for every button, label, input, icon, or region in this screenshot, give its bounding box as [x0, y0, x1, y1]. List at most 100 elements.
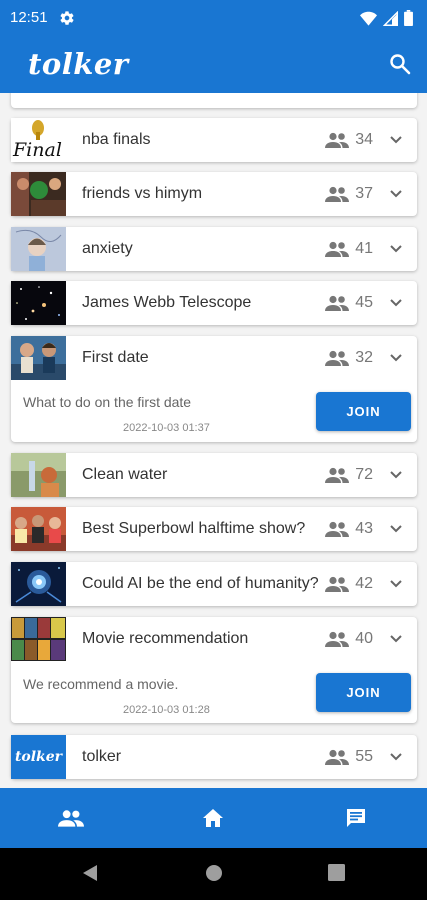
- member-count-value: 45: [355, 294, 373, 311]
- search-icon: [390, 54, 411, 75]
- search-button[interactable]: [385, 49, 415, 79]
- room-title: tolker: [82, 748, 122, 765]
- member-count: 41: [325, 227, 373, 271]
- chat-icon: [347, 809, 365, 827]
- room-card[interactable]: anxiety 41: [11, 227, 417, 271]
- people-icon: [325, 576, 350, 592]
- room-title: Could AI be the end of humanity?: [82, 575, 319, 592]
- room-description: We recommend a movie.: [23, 676, 179, 692]
- room-card[interactable]: Final nba finals 34: [11, 118, 417, 162]
- room-card[interactable]: tolker tolker 55: [11, 735, 417, 779]
- member-count: 45: [325, 281, 373, 325]
- room-title: friends vs himym: [82, 185, 203, 202]
- room-card[interactable]: Could AI be the end of humanity? 42: [11, 562, 417, 606]
- final-text-image: Final: [11, 118, 66, 162]
- room-card-expanded[interactable]: First date 32 What to do on the first da…: [11, 336, 417, 442]
- status-bar: 12:51: [0, 0, 427, 36]
- room-card-expanded[interactable]: Movie recommendation 40 We recommend a m…: [11, 617, 417, 723]
- member-count-value: 41: [355, 240, 373, 257]
- room-title: Clean water: [82, 466, 168, 483]
- water-image: [11, 453, 66, 497]
- app-title: tolker: [28, 47, 129, 81]
- member-count: 55: [325, 735, 373, 779]
- stage-image: [11, 507, 66, 551]
- room-title: Movie recommendation: [82, 630, 249, 647]
- chevron-down-icon[interactable]: [389, 351, 403, 365]
- people-icon: [325, 241, 350, 257]
- room-card[interactable]: James Webb Telescope 45: [11, 281, 417, 325]
- member-count-value: 34: [355, 131, 373, 148]
- chevron-down-icon[interactable]: [389, 242, 403, 256]
- member-count: 43: [325, 507, 373, 551]
- chevron-down-icon[interactable]: [389, 522, 403, 536]
- chevron-down-icon[interactable]: [389, 750, 403, 764]
- chevron-down-icon[interactable]: [389, 296, 403, 310]
- room-title: First date: [82, 349, 149, 366]
- tolker-logo-text: tolker: [14, 749, 63, 765]
- member-count-value: 43: [355, 520, 373, 537]
- system-navigation: [0, 848, 427, 900]
- member-count-value: 72: [355, 466, 373, 483]
- room-date: 2022-10-03 01:28: [123, 704, 210, 716]
- people-icon: [325, 467, 350, 483]
- chevron-down-icon[interactable]: [389, 632, 403, 646]
- home-icon: [203, 809, 223, 827]
- member-count: 34: [325, 118, 373, 162]
- battery-icon: [404, 10, 413, 26]
- status-icons: [360, 10, 413, 26]
- room-date: 2022-10-03 01:37: [123, 422, 210, 434]
- movie-posters-image: [11, 617, 66, 661]
- room-card[interactable]: [11, 93, 417, 108]
- chevron-down-icon[interactable]: [389, 187, 403, 201]
- people-icon: [325, 521, 350, 537]
- couple-image: [11, 336, 66, 380]
- join-button[interactable]: JOIN: [316, 673, 411, 712]
- wifi-icon: [360, 11, 377, 26]
- people-icon: [58, 810, 84, 827]
- member-count: 42: [325, 562, 373, 606]
- nav-home[interactable]: [142, 788, 284, 848]
- people-icon: [325, 631, 350, 647]
- chevron-down-icon[interactable]: [389, 577, 403, 591]
- bottom-navigation: [0, 788, 427, 848]
- chevron-down-icon[interactable]: [389, 133, 403, 147]
- room-title: anxiety: [82, 240, 133, 257]
- signal-icon: [383, 10, 398, 26]
- status-time: 12:51: [10, 9, 48, 26]
- app-bar: tolker: [0, 36, 427, 93]
- svg-text:Final: Final: [12, 139, 62, 161]
- people-icon: [325, 132, 350, 148]
- people-icon: [325, 749, 350, 765]
- room-card[interactable]: Best Superbowl halftime show? 43: [11, 507, 417, 551]
- room-card[interactable]: Clean water 72: [11, 453, 417, 497]
- nav-people[interactable]: [0, 788, 142, 848]
- settings-gear-icon: [59, 10, 75, 31]
- member-count-value: 37: [355, 185, 373, 202]
- people-icon: [325, 350, 350, 366]
- people-icon: [325, 295, 350, 311]
- drawing-image: [11, 227, 66, 271]
- room-card[interactable]: friends vs himym 37: [11, 172, 417, 216]
- tv-show-image: [11, 172, 66, 216]
- nav-chat[interactable]: [285, 788, 427, 848]
- back-icon[interactable]: [82, 864, 98, 882]
- room-list[interactable]: Final nba finals 34 friends vs himym 37 …: [0, 93, 427, 788]
- robot-image: [11, 562, 66, 606]
- chevron-down-icon[interactable]: [389, 468, 403, 482]
- member-count: 32: [325, 336, 373, 380]
- member-count-value: 40: [355, 630, 373, 647]
- home-circle-icon[interactable]: [205, 864, 223, 882]
- galaxy-image: [11, 281, 66, 325]
- room-title: James Webb Telescope: [82, 294, 252, 311]
- member-count-value: 55: [355, 748, 373, 765]
- join-button[interactable]: JOIN: [316, 392, 411, 431]
- member-count: 72: [325, 453, 373, 497]
- people-icon: [325, 186, 350, 202]
- member-count: 37: [325, 172, 373, 216]
- room-description: What to do on the first date: [23, 394, 192, 410]
- recents-icon[interactable]: [328, 864, 345, 881]
- member-count: 40: [325, 617, 373, 661]
- member-count-value: 42: [355, 575, 373, 592]
- member-count-value: 32: [355, 349, 373, 366]
- tolker-logo-image: tolker: [11, 735, 66, 779]
